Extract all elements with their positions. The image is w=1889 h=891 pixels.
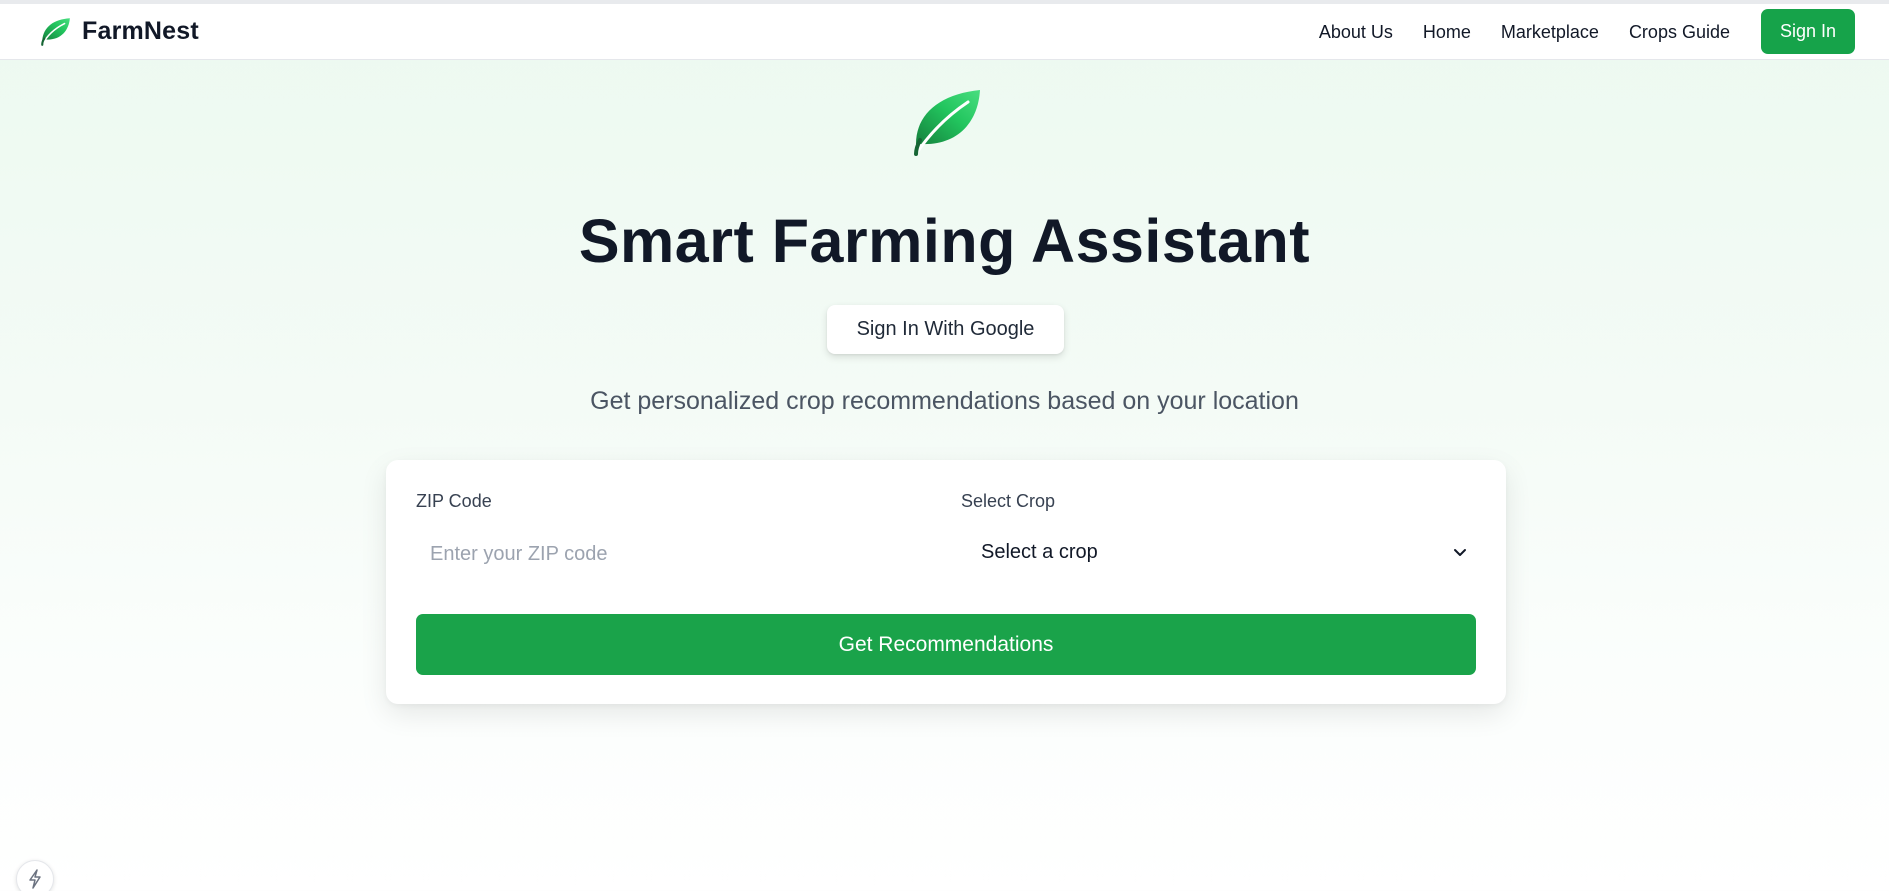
recommendation-form-card: ZIP Code Select Crop Select a crop Get R…: [386, 460, 1506, 704]
chevron-down-icon: [1454, 549, 1466, 556]
brand-name: FarmNest: [82, 16, 199, 45]
leaf-icon: [41, 18, 70, 46]
crop-select[interactable]: Select a crop: [961, 528, 1476, 576]
select-crop-label: Select Crop: [961, 491, 1056, 511]
nav-link-marketplace[interactable]: Marketplace: [1501, 10, 1599, 54]
google-sign-in-button[interactable]: Sign In With Google: [827, 305, 1064, 354]
nav-link-about-us[interactable]: About Us: [1319, 10, 1393, 54]
leaf-icon: [914, 90, 980, 156]
bolt-icon: [29, 869, 41, 889]
main-nav: About Us Home Marketplace Crops Guide Si…: [1319, 9, 1855, 54]
top-navbar: FarmNest About Us Home Marketplace Crops…: [0, 4, 1889, 60]
nav-link-crops-guide[interactable]: Crops Guide: [1629, 10, 1730, 54]
crop-select-value: Select a crop: [981, 540, 1098, 563]
floating-action-button[interactable]: [16, 860, 54, 891]
page-subtitle: Get personalized crop recommendations ba…: [590, 387, 1299, 415]
nav-link-home[interactable]: Home: [1423, 10, 1471, 54]
sign-in-button[interactable]: Sign In: [1761, 9, 1855, 54]
zip-code-input[interactable]: [416, 530, 936, 578]
brand[interactable]: FarmNest: [38, 14, 199, 48]
page-title: Smart Farming Assistant: [578, 207, 1311, 275]
zip-code-label: ZIP Code: [416, 491, 492, 511]
get-recommendations-button[interactable]: Get Recommendations: [416, 614, 1476, 675]
